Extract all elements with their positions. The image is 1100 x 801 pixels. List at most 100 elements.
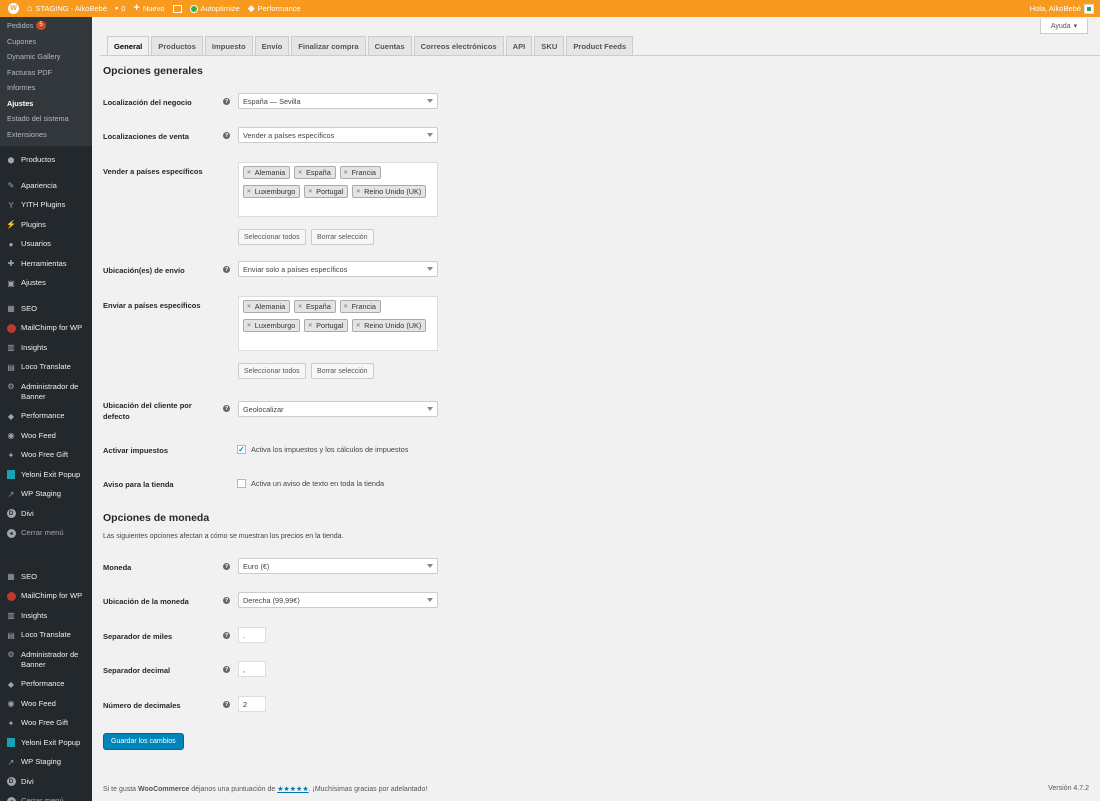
sidebar-item-ajustes[interactable]: ▣ Ajustes — [0, 278, 92, 298]
clear-selection-ship-button[interactable]: Borrar selección — [311, 363, 374, 379]
help-icon[interactable]: ? — [223, 266, 230, 273]
store-location-select[interactable]: España — Sevilla — [238, 93, 438, 109]
currency-select[interactable]: Euro (€) — [238, 558, 438, 574]
sidebar-item-woo-feed[interactable]: ◉ Woo Feed — [0, 431, 92, 451]
help-icon[interactable]: ? — [223, 632, 230, 639]
sidebar-item-loco-translate[interactable]: ▤ Loco Translate — [0, 630, 92, 650]
sidebar-item-performance[interactable]: ◆ Performance — [0, 411, 92, 431]
sidebar-item-productos[interactable]: ⬢ Productos — [0, 155, 92, 181]
currency-position-select[interactable]: Derecha (99,99€) — [238, 592, 438, 608]
remove-icon[interactable]: × — [247, 169, 251, 176]
sidebar-item-insights[interactable]: ▥ Insights — [0, 611, 92, 631]
performance-link[interactable]: ◆ Performance — [248, 4, 301, 14]
wordpress-logo-icon[interactable]: W — [8, 3, 19, 14]
autoptimize-link[interactable]: Autoptimize — [189, 4, 240, 13]
tab-envio[interactable]: Envío — [254, 36, 290, 55]
submenu-item-cupones[interactable]: Cupones — [0, 34, 92, 50]
help-icon[interactable]: ? — [223, 666, 230, 673]
sidebar-item-plugins[interactable]: ⚡ Plugins — [0, 220, 92, 240]
submenu-item-extensiones[interactable]: Extensiones — [0, 127, 92, 143]
toolbar-box-button[interactable] — [172, 4, 182, 13]
sidebar-item-herramientas[interactable]: ✚ Herramientas — [0, 259, 92, 279]
enable-taxes-checkbox[interactable]: ✓ — [237, 445, 246, 454]
sidebar-item-administrador-de-banner[interactable]: ⚙ Administrador de Banner — [0, 382, 92, 412]
submenu-item-estado-del-sistema[interactable]: Estado del sistema — [0, 111, 92, 127]
sidebar-item-yeloni-exit-popup[interactable]: Yeloni Exit Popup — [0, 738, 92, 758]
thousand-separator-input[interactable]: . — [238, 627, 266, 643]
tab-product-feeds[interactable]: Product Feeds — [566, 36, 634, 55]
sidebar-item-divi[interactable]: D Divi — [0, 777, 92, 797]
help-icon[interactable]: ? — [223, 405, 230, 412]
tab-finalizar-compra[interactable]: Finalizar compra — [291, 36, 366, 55]
select-all-ship-button[interactable]: Seleccionar todos — [238, 363, 306, 379]
submenu-item-informes[interactable]: Informes — [0, 80, 92, 96]
sidebar-item-wp-staging[interactable]: ↗ WP Staging — [0, 489, 92, 509]
remove-icon[interactable]: × — [344, 303, 348, 310]
sidebar-item-loco-translate[interactable]: ▤ Loco Translate — [0, 362, 92, 382]
decimal-separator-input[interactable]: , — [238, 661, 266, 677]
sidebar-item-administrador-de-banner[interactable]: ⚙ Administrador de Banner — [0, 650, 92, 680]
comments-link[interactable]: ▪ 0 — [115, 4, 125, 14]
remove-icon[interactable]: × — [247, 303, 251, 310]
remove-icon[interactable]: × — [298, 303, 302, 310]
sidebar-item-apariencia[interactable]: ✎ Apariencia — [0, 181, 92, 201]
submenu-item-ajustes[interactable]: Ajustes — [0, 96, 92, 112]
sidebar-item-woo-free-gift[interactable]: ✦ Woo Free Gift — [0, 718, 92, 738]
enable-taxes-label: Activar impuestos — [103, 446, 169, 455]
clear-selection-sell-button[interactable]: Borrar selección — [311, 229, 374, 245]
specific-ship-countries-field[interactable]: × Alemania × España × Francia × Luxemburgo × Port… — [238, 296, 438, 351]
submenu-item-facturas-pdf[interactable]: Facturas PDF — [0, 65, 92, 81]
collapse-menu-button[interactable]: ◂ Cerrar menú — [0, 528, 92, 548]
help-icon[interactable]: ? — [223, 98, 230, 105]
remove-icon[interactable]: × — [247, 188, 251, 195]
help-icon[interactable]: ? — [223, 132, 230, 139]
sidebar-item-insights[interactable]: ▥ Insights — [0, 343, 92, 363]
collapse-menu-button[interactable]: ◂ Cerrar menú — [0, 796, 92, 801]
sidebar-item-usuarios[interactable]: ● Usuarios — [0, 239, 92, 259]
sidebar-item-woo-free-gift[interactable]: ✦ Woo Free Gift — [0, 450, 92, 470]
site-name-link[interactable]: ⌂ STAGING - AikoBebé — [27, 4, 107, 14]
sidebar-item-mailchimp-for-wp[interactable]: MailChimp for WP — [0, 591, 92, 611]
sidebar-item-yeloni-exit-popup[interactable]: Yeloni Exit Popup — [0, 470, 92, 490]
account-menu[interactable]: Hola, AikoBebé — [1030, 3, 1094, 14]
remove-icon[interactable]: × — [356, 322, 360, 329]
specific-sell-countries-field[interactable]: × Alemania × España × Francia × Luxemburgo × Port… — [238, 162, 438, 217]
tab-cuentas[interactable]: Cuentas — [367, 36, 412, 55]
selling-locations-select[interactable]: Vender a países específicos — [238, 127, 438, 143]
tab-general[interactable]: General — [107, 36, 150, 55]
remove-icon[interactable]: × — [247, 322, 251, 329]
remove-icon[interactable]: × — [308, 322, 312, 329]
help-button[interactable]: Ayuda ▾ — [1040, 19, 1088, 34]
help-icon[interactable]: ? — [223, 597, 230, 604]
help-icon[interactable]: ? — [223, 563, 230, 570]
tab-correos-electronicos[interactable]: Correos electrónicos — [413, 36, 504, 55]
remove-icon[interactable]: × — [308, 188, 312, 195]
remove-icon[interactable]: × — [344, 169, 348, 176]
tab-api[interactable]: API — [505, 36, 533, 55]
sidebar-item-wp-staging[interactable]: ↗ WP Staging — [0, 757, 92, 777]
sidebar-item-performance[interactable]: ◆ Performance — [0, 679, 92, 699]
tab-productos[interactable]: Productos — [151, 36, 203, 55]
submenu-item-dynamic-gallery[interactable]: Dynamic Gallery — [0, 49, 92, 65]
sidebar-item-seo[interactable]: ▦ SEO — [0, 572, 92, 592]
remove-icon[interactable]: × — [298, 169, 302, 176]
rating-stars-link[interactable]: ★★★★★ — [277, 786, 308, 793]
sidebar-item-divi[interactable]: D Divi — [0, 509, 92, 529]
sidebar-item-mailchimp-for-wp[interactable]: MailChimp for WP — [0, 323, 92, 343]
help-icon[interactable]: ? — [223, 701, 230, 708]
select-all-sell-button[interactable]: Seleccionar todos — [238, 229, 306, 245]
number-of-decimals-input[interactable]: 2 — [238, 696, 266, 712]
submenu-item-pedidos[interactable]: Pedidos 5 — [0, 18, 92, 34]
remove-icon[interactable]: × — [356, 188, 360, 195]
sidebar-item-woo-feed[interactable]: ◉ Woo Feed — [0, 699, 92, 719]
default-customer-location-select[interactable]: Geolocalizar — [238, 401, 438, 417]
tab-sku[interactable]: SKU — [534, 36, 565, 55]
tab-impuesto[interactable]: Impuesto — [204, 36, 253, 55]
save-changes-button[interactable]: Guardar los cambios — [103, 733, 184, 750]
shipping-locations-select[interactable]: Enviar solo a países específicos — [238, 261, 438, 277]
collapse-menu-label: Cerrar menú — [21, 528, 64, 537]
store-notice-checkbox[interactable] — [237, 479, 246, 488]
sidebar-item-yith-plugins[interactable]: Y YITH Plugins — [0, 200, 92, 220]
sidebar-item-seo[interactable]: ▦ SEO — [0, 304, 92, 324]
new-content-link[interactable]: + Nuevo — [133, 3, 164, 14]
